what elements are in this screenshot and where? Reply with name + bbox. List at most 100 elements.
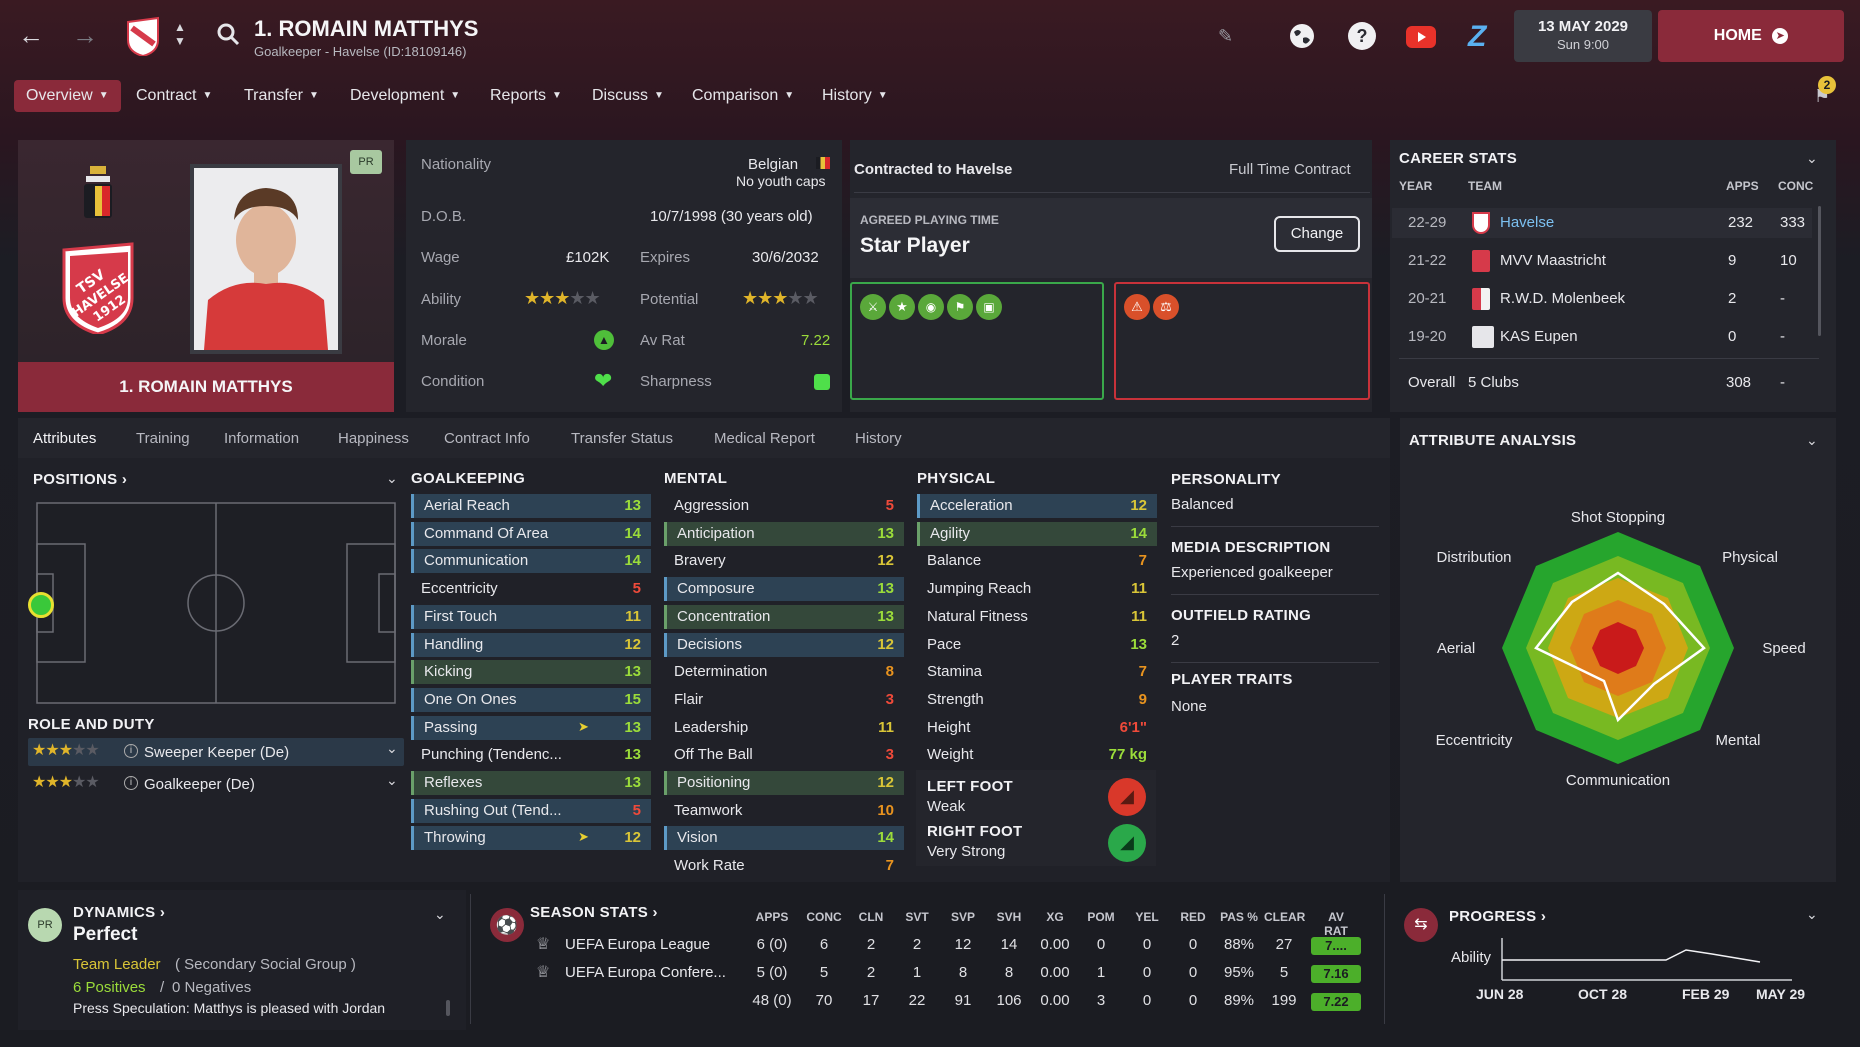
attribute-row[interactable]: Eccentricity 5 [411, 577, 651, 601]
nav-transfer[interactable]: Transfer ▼ [232, 80, 331, 112]
goalkeeper-position-marker[interactable] [28, 592, 54, 618]
attribute-row[interactable]: Aggression 5 [664, 494, 904, 518]
career-team[interactable]: R.W.D. Molenbeek [1500, 290, 1625, 307]
season-header[interactable]: CONC [804, 910, 844, 924]
season-header[interactable]: XG [1035, 910, 1075, 924]
help-icon[interactable]: ? [1348, 22, 1376, 50]
season-stats-title[interactable]: SEASON STATS › [530, 904, 658, 921]
positions-title[interactable]: POSITIONS › [33, 471, 127, 488]
attribute-row[interactable]: Handling 12 [411, 632, 651, 657]
chevron-down-icon[interactable]: ⌄ [386, 740, 398, 757]
season-header[interactable]: POM [1081, 910, 1121, 924]
attribute-row[interactable]: Determination 8 [664, 660, 904, 684]
attribute-row[interactable]: Rushing Out (Tend... 5 [411, 798, 651, 823]
season-header[interactable]: SVT [897, 910, 937, 924]
season-header[interactable]: PAS % [1219, 910, 1259, 924]
nav-history[interactable]: History ▼ [810, 80, 900, 112]
chevron-down-icon[interactable]: ⌄ [1806, 906, 1818, 923]
season-header[interactable]: APPS [752, 910, 792, 924]
career-team[interactable]: Havelse [1500, 214, 1554, 231]
career-team[interactable]: MVV Maastricht [1500, 252, 1606, 269]
attribute-row[interactable]: Leadership 11 [664, 716, 904, 740]
attribute-row[interactable]: Bravery 12 [664, 549, 904, 573]
negatives-count[interactable]: 0 Negatives [172, 979, 251, 996]
chevron-down-icon[interactable]: ⌄ [1806, 432, 1818, 449]
attribute-row[interactable]: Work Rate 7 [664, 854, 904, 878]
season-header[interactable]: SVP [943, 910, 983, 924]
tab-information[interactable]: Information [224, 430, 299, 447]
progress-title[interactable]: PROGRESS › [1449, 908, 1546, 925]
nav-reports[interactable]: Reports ▼ [478, 80, 574, 112]
attribute-row[interactable]: Communication 14 [411, 549, 651, 574]
career-scrollbar[interactable] [1818, 206, 1821, 336]
attribute-row[interactable]: Anticipation 13 [664, 521, 904, 546]
career-team[interactable]: KAS Eupen [1500, 328, 1578, 345]
attribute-row[interactable]: Reflexes 13 [411, 771, 651, 795]
nav-comparison[interactable]: Comparison ▼ [680, 80, 806, 112]
nav-contract[interactable]: Contract ▼ [124, 80, 224, 112]
tab-transfer-status[interactable]: Transfer Status [571, 430, 673, 447]
attribute-row[interactable]: Jumping Reach 11 [917, 577, 1157, 601]
club-crest-small-icon[interactable] [126, 16, 160, 58]
back-arrow-icon[interactable]: ← [18, 22, 44, 48]
season-header[interactable]: AV RAT [1316, 910, 1356, 938]
attribute-row[interactable]: Punching (Tendenc... 13 [411, 743, 651, 767]
attribute-row[interactable]: Pace 13 [917, 633, 1157, 657]
chevron-down-icon[interactable]: ⌄ [434, 906, 446, 923]
social-group-role[interactable]: Team Leader [73, 956, 161, 973]
dynamics-title[interactable]: DYNAMICS › [73, 904, 165, 921]
attribute-row[interactable]: One On Ones 15 [411, 687, 651, 712]
chevron-updown-icon[interactable]: ▲ ▼ [174, 20, 186, 48]
forward-arrow-icon[interactable]: → [72, 22, 98, 48]
zone-z-icon[interactable]: Z [1468, 20, 1486, 54]
info-icon[interactable]: i [124, 744, 138, 758]
attribute-row[interactable]: Off The Ball 3 [664, 743, 904, 767]
season-header[interactable]: RED [1173, 910, 1213, 924]
attribute-row[interactable]: Acceleration 12 [917, 494, 1157, 518]
attribute-row[interactable]: Balance 7 [917, 549, 1157, 573]
attribute-row[interactable]: Vision 14 [664, 826, 904, 851]
attribute-row[interactable]: Concentration 13 [664, 604, 904, 629]
search-icon[interactable] [216, 22, 240, 50]
chevron-down-icon[interactable]: ⌄ [386, 772, 398, 789]
season-header[interactable]: YEL [1127, 910, 1167, 924]
date-box[interactable]: 13 MAY 2029 Sun 9:00 [1514, 10, 1652, 62]
edit-pencil-icon[interactable]: ✎ [1218, 26, 1233, 47]
tab-medical-report[interactable]: Medical Report [714, 430, 815, 447]
attribute-row[interactable]: Natural Fitness 11 [917, 605, 1157, 629]
season-header[interactable]: CLN [851, 910, 891, 924]
info-icon[interactable]: i [124, 776, 138, 790]
dynamics-scrollbar[interactable] [446, 1000, 450, 1016]
attribute-row[interactable]: Stamina 7 [917, 660, 1157, 684]
attribute-row[interactable]: First Touch 11 [411, 604, 651, 629]
home-button[interactable]: HOME ➤ [1658, 10, 1844, 62]
season-header[interactable]: CLEAR [1264, 910, 1305, 924]
attribute-row[interactable]: Flair 3 [664, 688, 904, 712]
attribute-row[interactable]: Decisions 12 [664, 632, 904, 657]
attribute-row[interactable]: Positioning 12 [664, 771, 904, 795]
attribute-row[interactable]: Strength 9 [917, 688, 1157, 712]
attribute-row[interactable]: Throwing 12 [411, 826, 651, 851]
attribute-row[interactable]: Teamwork 10 [664, 799, 904, 823]
tab-contract-info[interactable]: Contract Info [444, 430, 530, 447]
nav-overview[interactable]: Overview ▼ [14, 80, 121, 112]
chevron-down-icon[interactable]: ⌄ [1806, 150, 1818, 167]
attribute-row[interactable]: Passing 13 [411, 715, 651, 740]
nav-discuss[interactable]: Discuss ▼ [580, 80, 676, 112]
youtube-icon[interactable] [1406, 26, 1436, 48]
tab-history[interactable]: History [855, 430, 902, 447]
globe-icon[interactable] [1288, 22, 1316, 54]
positives-count[interactable]: 6 Positives [73, 979, 146, 996]
competition-name[interactable]: UEFA Europa Confere... [565, 964, 726, 981]
competition-name[interactable]: UEFA Europa League [565, 936, 710, 953]
attribute-row[interactable]: Aerial Reach 13 [411, 494, 651, 518]
nav-development[interactable]: Development ▼ [338, 80, 472, 112]
chevron-down-icon[interactable]: ⌄ [386, 470, 398, 487]
attribute-row[interactable]: Composure 13 [664, 577, 904, 602]
tab-happiness[interactable]: Happiness [338, 430, 409, 447]
change-button[interactable]: Change [1274, 216, 1360, 252]
season-header[interactable]: SVH [989, 910, 1029, 924]
tab-training[interactable]: Training [136, 430, 190, 447]
attribute-row[interactable]: Agility 14 [917, 521, 1157, 546]
attribute-row[interactable]: Height 6'1" [917, 716, 1157, 740]
